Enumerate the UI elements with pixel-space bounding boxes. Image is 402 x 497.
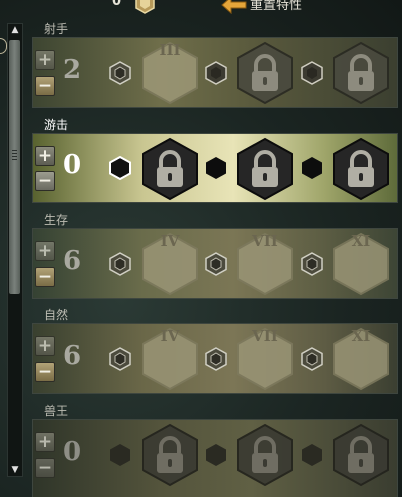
major-trait-numeral: III <box>159 41 181 59</box>
major-trait-numeral: XI <box>351 327 371 345</box>
lock-icon <box>237 423 293 487</box>
trait-line-row-selected: + − 0 <box>32 133 398 203</box>
lock-icon <box>333 137 389 201</box>
trait-points-value: 0 <box>63 437 82 467</box>
major-trait-numeral: IV <box>160 327 180 345</box>
locked-trait-slot[interactable] <box>236 423 294 487</box>
scrollbar[interactable]: ▲ ▼ <box>7 23 23 477</box>
scroll-grip-icon <box>12 150 17 160</box>
trait-points-value: 6 <box>63 246 82 276</box>
trait-line-title-wilderness-survival: 生存 <box>44 213 69 227</box>
major-trait-slot[interactable]: VII <box>236 327 294 391</box>
trait-line-row: + − 6 IV VII XI <box>32 228 398 299</box>
major-trait-numeral: VII <box>252 327 278 345</box>
top-bar: 0 重置特性 <box>0 0 402 16</box>
minor-trait-hex-icon <box>205 347 227 371</box>
panel-edge-ornament <box>0 38 7 54</box>
lock-icon <box>237 137 293 201</box>
trait-line-row: + − 0 <box>32 419 398 497</box>
trait-line-title-beastmastery: 兽王 <box>44 404 69 418</box>
available-points-count: 0 <box>112 0 122 9</box>
major-trait-numeral: XI <box>351 232 371 250</box>
remove-point-button[interactable]: − <box>35 171 55 191</box>
add-point-button[interactable]: + <box>35 146 55 166</box>
add-point-button[interactable]: + <box>35 241 55 261</box>
lock-icon <box>333 41 389 105</box>
major-trait-slot[interactable]: VII <box>236 232 294 296</box>
remove-point-button[interactable]: − <box>35 76 55 96</box>
locked-trait-slot[interactable] <box>141 423 199 487</box>
minor-trait-hex-icon <box>302 444 322 466</box>
major-trait-slot[interactable]: IV <box>141 232 199 296</box>
minor-trait-hex-icon <box>206 157 226 179</box>
lock-icon <box>142 423 198 487</box>
minor-trait-hex-icon <box>301 252 323 276</box>
remove-point-button[interactable]: − <box>35 362 55 382</box>
major-trait-slot[interactable]: XI <box>332 327 390 391</box>
trait-point-icon <box>135 0 155 14</box>
minor-trait-hex-icon <box>110 444 130 466</box>
trait-points-value: 0 <box>63 150 82 180</box>
major-trait-numeral: VII <box>252 232 278 250</box>
add-point-button[interactable]: + <box>35 336 55 356</box>
minor-trait-hex-icon <box>301 347 323 371</box>
trait-line-title-nature-magic: 自然 <box>44 308 69 322</box>
minor-trait-hex-icon <box>109 252 131 276</box>
minor-trait-hex-icon <box>206 444 226 466</box>
locked-trait-slot[interactable] <box>141 137 199 201</box>
lock-icon <box>142 137 198 201</box>
lock-icon <box>333 423 389 487</box>
locked-trait-slot[interactable] <box>332 423 390 487</box>
minor-trait-hex-icon <box>109 156 131 180</box>
minor-trait-hex-icon <box>205 61 227 85</box>
locked-trait-slot[interactable] <box>236 137 294 201</box>
reset-traits-button[interactable]: 重置特性 <box>250 0 302 13</box>
add-point-button[interactable]: + <box>35 432 55 452</box>
major-trait-slot[interactable]: IV <box>141 327 199 391</box>
minor-trait-hex-icon <box>205 252 227 276</box>
locked-trait-slot[interactable] <box>332 41 390 105</box>
locked-trait-slot[interactable] <box>332 137 390 201</box>
scroll-up-arrow-icon[interactable]: ▲ <box>8 24 22 36</box>
remove-point-button[interactable]: − <box>35 458 55 478</box>
trait-line-row: + − 6 IV VII XI <box>32 323 398 394</box>
reset-arrow-icon[interactable] <box>220 0 248 16</box>
remove-point-button[interactable]: − <box>35 267 55 287</box>
locked-trait-slot[interactable] <box>236 41 294 105</box>
trait-line-row: + − 2 III <box>32 37 398 108</box>
trait-points-value: 6 <box>63 341 82 371</box>
lock-icon <box>237 41 293 105</box>
major-trait-numeral: IV <box>160 232 180 250</box>
minor-trait-hex-icon <box>301 61 323 85</box>
minor-trait-hex-icon <box>109 347 131 371</box>
minor-trait-hex-icon <box>302 157 322 179</box>
major-trait-slot[interactable]: III <box>141 41 199 105</box>
trait-line-title-skirmishing: 游击 <box>44 118 69 132</box>
scroll-down-arrow-icon[interactable]: ▼ <box>8 464 22 476</box>
scroll-thumb[interactable] <box>9 40 20 294</box>
major-trait-slot[interactable]: XI <box>332 232 390 296</box>
add-point-button[interactable]: + <box>35 50 55 70</box>
minor-trait-hex-icon <box>109 61 131 85</box>
trait-line-title-marksmanship: 射手 <box>44 22 69 36</box>
trait-points-value: 2 <box>63 55 82 85</box>
